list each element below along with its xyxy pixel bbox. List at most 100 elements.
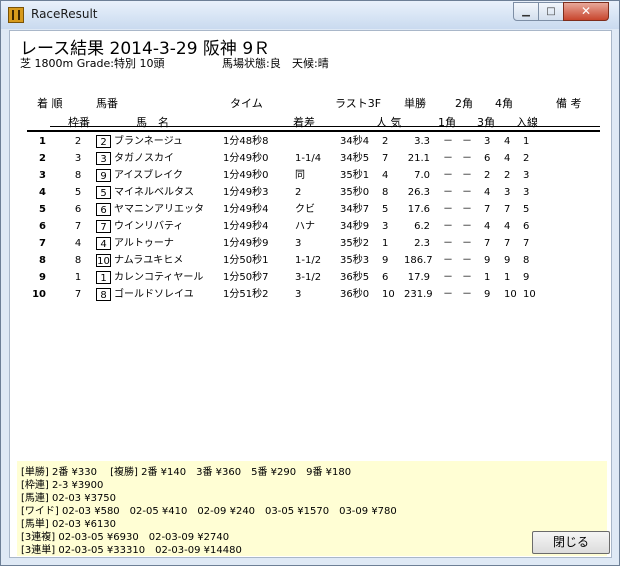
cell-margin: 1-1/4 bbox=[295, 153, 322, 164]
cell-corner2: － bbox=[462, 272, 472, 283]
cell-popularity: 7 bbox=[382, 153, 389, 164]
cell-horse-name: ヤマニンアリエッタ bbox=[114, 204, 204, 215]
cell-finish-line: 6 bbox=[523, 221, 530, 232]
cell-corner4: 7 bbox=[504, 238, 511, 249]
cell-corner1: － bbox=[443, 170, 453, 181]
cell-finish-line: 3 bbox=[523, 187, 530, 198]
cell-win-odds: 26.3 bbox=[407, 187, 430, 198]
cell-rank: 8 bbox=[39, 255, 46, 266]
title-bar[interactable]: RaceResult ▁ □ ✕ bbox=[1, 1, 619, 29]
cell-rank: 9 bbox=[39, 272, 46, 283]
cell-corner3: 2 bbox=[484, 170, 491, 181]
cell-popularity: 8 bbox=[382, 187, 389, 198]
cell-corner4: 10 bbox=[504, 289, 517, 300]
cell-time: 1分49秒4 bbox=[223, 221, 269, 232]
cell-rank: 7 bbox=[39, 238, 46, 249]
window-close-button[interactable]: ✕ bbox=[563, 2, 609, 21]
cell-last3f: 34秒7 bbox=[340, 204, 370, 215]
cell-popularity: 5 bbox=[382, 204, 389, 215]
cell-gate: 1 bbox=[74, 272, 82, 283]
cell-win-odds: 231.9 bbox=[404, 289, 433, 300]
cell-last3f: 34秒9 bbox=[340, 221, 370, 232]
cell-corner3: 9 bbox=[484, 255, 491, 266]
cell-margin: 1-1/2 bbox=[295, 255, 322, 266]
cell-corner4: 2 bbox=[504, 170, 511, 181]
col-corner1: 1角 bbox=[438, 116, 456, 129]
cell-corner1: － bbox=[443, 187, 453, 198]
close-icon: ✕ bbox=[580, 4, 592, 18]
cell-corner2: － bbox=[462, 255, 472, 266]
cell-margin: 3 bbox=[295, 238, 302, 249]
cell-finish-line: 3 bbox=[523, 170, 530, 181]
cell-popularity: 10 bbox=[382, 289, 395, 300]
weather: 天候:晴 bbox=[292, 57, 329, 70]
cell-popularity: 9 bbox=[382, 255, 389, 266]
cell-corner2: － bbox=[462, 238, 472, 249]
cell-last3f: 35秒1 bbox=[340, 170, 370, 181]
cell-popularity: 4 bbox=[382, 170, 389, 181]
cell-corner4: 7 bbox=[504, 204, 511, 215]
cell-rank: 6 bbox=[39, 221, 46, 232]
window-title: RaceResult bbox=[31, 7, 98, 21]
maximize-icon: □ bbox=[546, 6, 556, 17]
col-corner3: 3角 bbox=[477, 116, 495, 129]
cell-gate: 7 bbox=[74, 289, 82, 300]
col-horse-num: 馬番 bbox=[96, 97, 118, 110]
cell-corner3: 4 bbox=[484, 221, 491, 232]
cell-gate: 8 bbox=[74, 170, 82, 181]
cell-corner4: 9 bbox=[504, 255, 511, 266]
col-remarks: 備 考 bbox=[556, 97, 582, 110]
cell-horse-num: 6 bbox=[96, 203, 111, 216]
cell-horse-name: アルトゥーナ bbox=[114, 238, 174, 249]
cell-last3f: 35秒3 bbox=[340, 255, 370, 266]
cell-horse-name: ウインリバティ bbox=[114, 221, 184, 232]
col-horse-name: 馬 名 bbox=[136, 116, 169, 129]
cell-corner3: 3 bbox=[484, 136, 491, 147]
cell-finish-line: 9 bbox=[523, 272, 530, 283]
header-divider-thin bbox=[50, 126, 600, 127]
race-conditions: 芝 1800m Grade:特別 10頭 bbox=[20, 57, 165, 70]
cell-horse-num: 10 bbox=[96, 254, 111, 267]
cell-time: 1分50秒7 bbox=[223, 272, 269, 283]
cell-corner2: － bbox=[462, 221, 472, 232]
client-area: レース結果 2014-3-29 阪神 9Ｒ 芝 1800m Grade:特別 1… bbox=[9, 30, 612, 558]
cell-corner4: 4 bbox=[504, 136, 511, 147]
cell-corner3: 7 bbox=[484, 204, 491, 215]
cell-horse-num: 7 bbox=[96, 220, 111, 233]
cell-corner4: 1 bbox=[504, 272, 511, 283]
col-corner2: 2角 bbox=[455, 97, 473, 110]
cell-gate: 7 bbox=[74, 221, 82, 232]
maximize-button[interactable]: □ bbox=[538, 2, 564, 21]
cell-rank: 3 bbox=[39, 170, 46, 181]
cell-corner4: 4 bbox=[504, 153, 511, 164]
col-finish-line: 入線 bbox=[516, 116, 538, 129]
col-corner4: 4角 bbox=[495, 97, 513, 110]
cell-last3f: 34秒5 bbox=[340, 153, 370, 164]
cell-popularity: 3 bbox=[382, 221, 389, 232]
cell-gate: 3 bbox=[74, 153, 82, 164]
cell-last3f: 35秒0 bbox=[340, 187, 370, 198]
cell-corner2: － bbox=[462, 204, 472, 215]
cell-time: 1分49秒0 bbox=[223, 170, 269, 181]
cell-finish-line: 8 bbox=[523, 255, 530, 266]
cell-corner4: 3 bbox=[504, 187, 511, 198]
col-rank: 着 順 bbox=[37, 97, 63, 110]
cell-horse-num: 1 bbox=[96, 271, 111, 284]
cell-win-odds: 21.1 bbox=[407, 153, 430, 164]
cell-win-odds: 186.7 bbox=[404, 255, 433, 266]
cell-win-odds: 6.2 bbox=[414, 221, 430, 232]
cell-corner1: － bbox=[443, 238, 453, 249]
cell-last3f: 34秒4 bbox=[340, 136, 370, 147]
cell-time: 1分50秒1 bbox=[223, 255, 269, 266]
cell-time: 1分49秒9 bbox=[223, 238, 269, 249]
cell-gate: 8 bbox=[74, 255, 82, 266]
cell-gate: 4 bbox=[74, 238, 82, 249]
cell-horse-name: アイスブレイク bbox=[114, 170, 183, 181]
cell-corner1: － bbox=[443, 221, 453, 232]
minimize-button[interactable]: ▁ bbox=[513, 2, 539, 21]
cell-win-odds: 7.0 bbox=[414, 170, 430, 181]
cell-finish-line: 10 bbox=[523, 289, 536, 300]
col-popularity: 人 気 bbox=[376, 116, 402, 129]
cell-margin: ハナ bbox=[295, 221, 315, 232]
close-button[interactable]: 閉じる bbox=[532, 531, 610, 554]
